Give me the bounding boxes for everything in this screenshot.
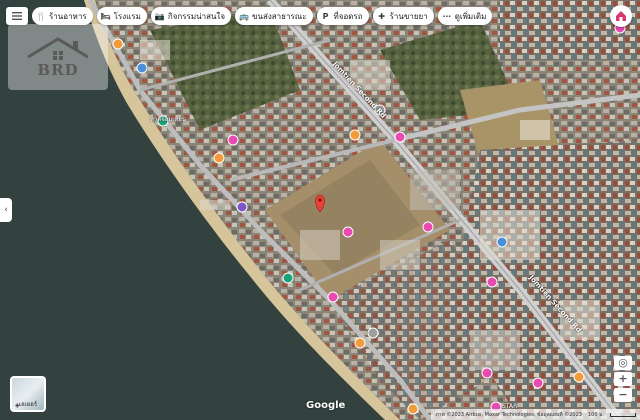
layers-button[interactable]: ◈ เลเยอร์ [10,376,46,412]
layers-label: เลเยอร์ [18,401,38,408]
logo-text: BRD [37,61,79,79]
my-location-icon: ◎ [618,356,628,369]
map-attribution: ภาพ ©2023 Airbus, Maxar Technologies, ข้… [431,409,640,420]
chip-transit[interactable]: 🚌 ขนส่งสาธารณะ [235,7,313,25]
scale-bar [610,412,636,417]
house-icon [616,11,626,21]
account-avatar[interactable] [610,5,632,27]
chip-things-to-do[interactable]: 📷 กิจกรรมน่าสนใจ [150,7,232,25]
zoom-controls: ◎ + − [614,356,632,402]
category-chip-bar: 🍴 ร้านอาหาร 🛏 โรงแรม 📷 กิจกรรมน่าสนใจ 🚌 … [6,6,580,26]
chip-restaurants[interactable]: 🍴 ร้านอาหาร [32,7,93,25]
camera-icon: 📷 [154,11,165,21]
chip-label: ดูเพิ่มเติม [454,11,487,21]
chip-more[interactable]: ⋯ ดูเพิ่มเติม [437,7,493,25]
locate-button[interactable]: ◎ [614,356,632,370]
brd-watermark-logo: BRD [8,24,108,90]
place-label: หาดจอมเทียน [150,116,186,123]
bed-icon: 🛏 [100,11,111,21]
scale-label: 100 ม. [587,411,604,418]
chip-label: กิจกรรมน่าสนใจ [167,11,226,21]
chip-label: ร้านขายยา [389,11,428,21]
chip-label: ที่จอดรถ [333,11,363,21]
attribution-text: ภาพ ©2023 Airbus, Maxar Technologies, ข้… [435,411,582,418]
menu-icon [12,12,22,20]
google-logo: Google [306,400,346,411]
collapse-panel-button[interactable]: ‹ [0,198,12,222]
bus-icon: 🚌 [239,11,249,21]
chip-hotels[interactable]: 🛏 โรงแรม [96,7,147,25]
more-icon: ⋯ [442,11,451,21]
zoom-out-button[interactable]: − [614,388,632,402]
pharmacy-icon: ✚ [378,11,385,21]
menu-button[interactable] [6,7,28,25]
chip-label: โรงแรม [113,11,141,21]
chip-label: ร้านอาหาร [49,11,87,21]
parking-icon: P [322,11,329,21]
chip-parking[interactable]: P ที่จอดรถ [316,7,369,25]
zoom-in-button[interactable]: + [614,372,632,386]
chip-label: ขนส่งสาธารณะ [252,11,307,21]
chevron-left-icon: ‹ [4,205,8,215]
fork-knife-icon: 🍴 [36,11,46,21]
chip-pharmacy[interactable]: ✚ ร้านขายยา [372,7,434,25]
